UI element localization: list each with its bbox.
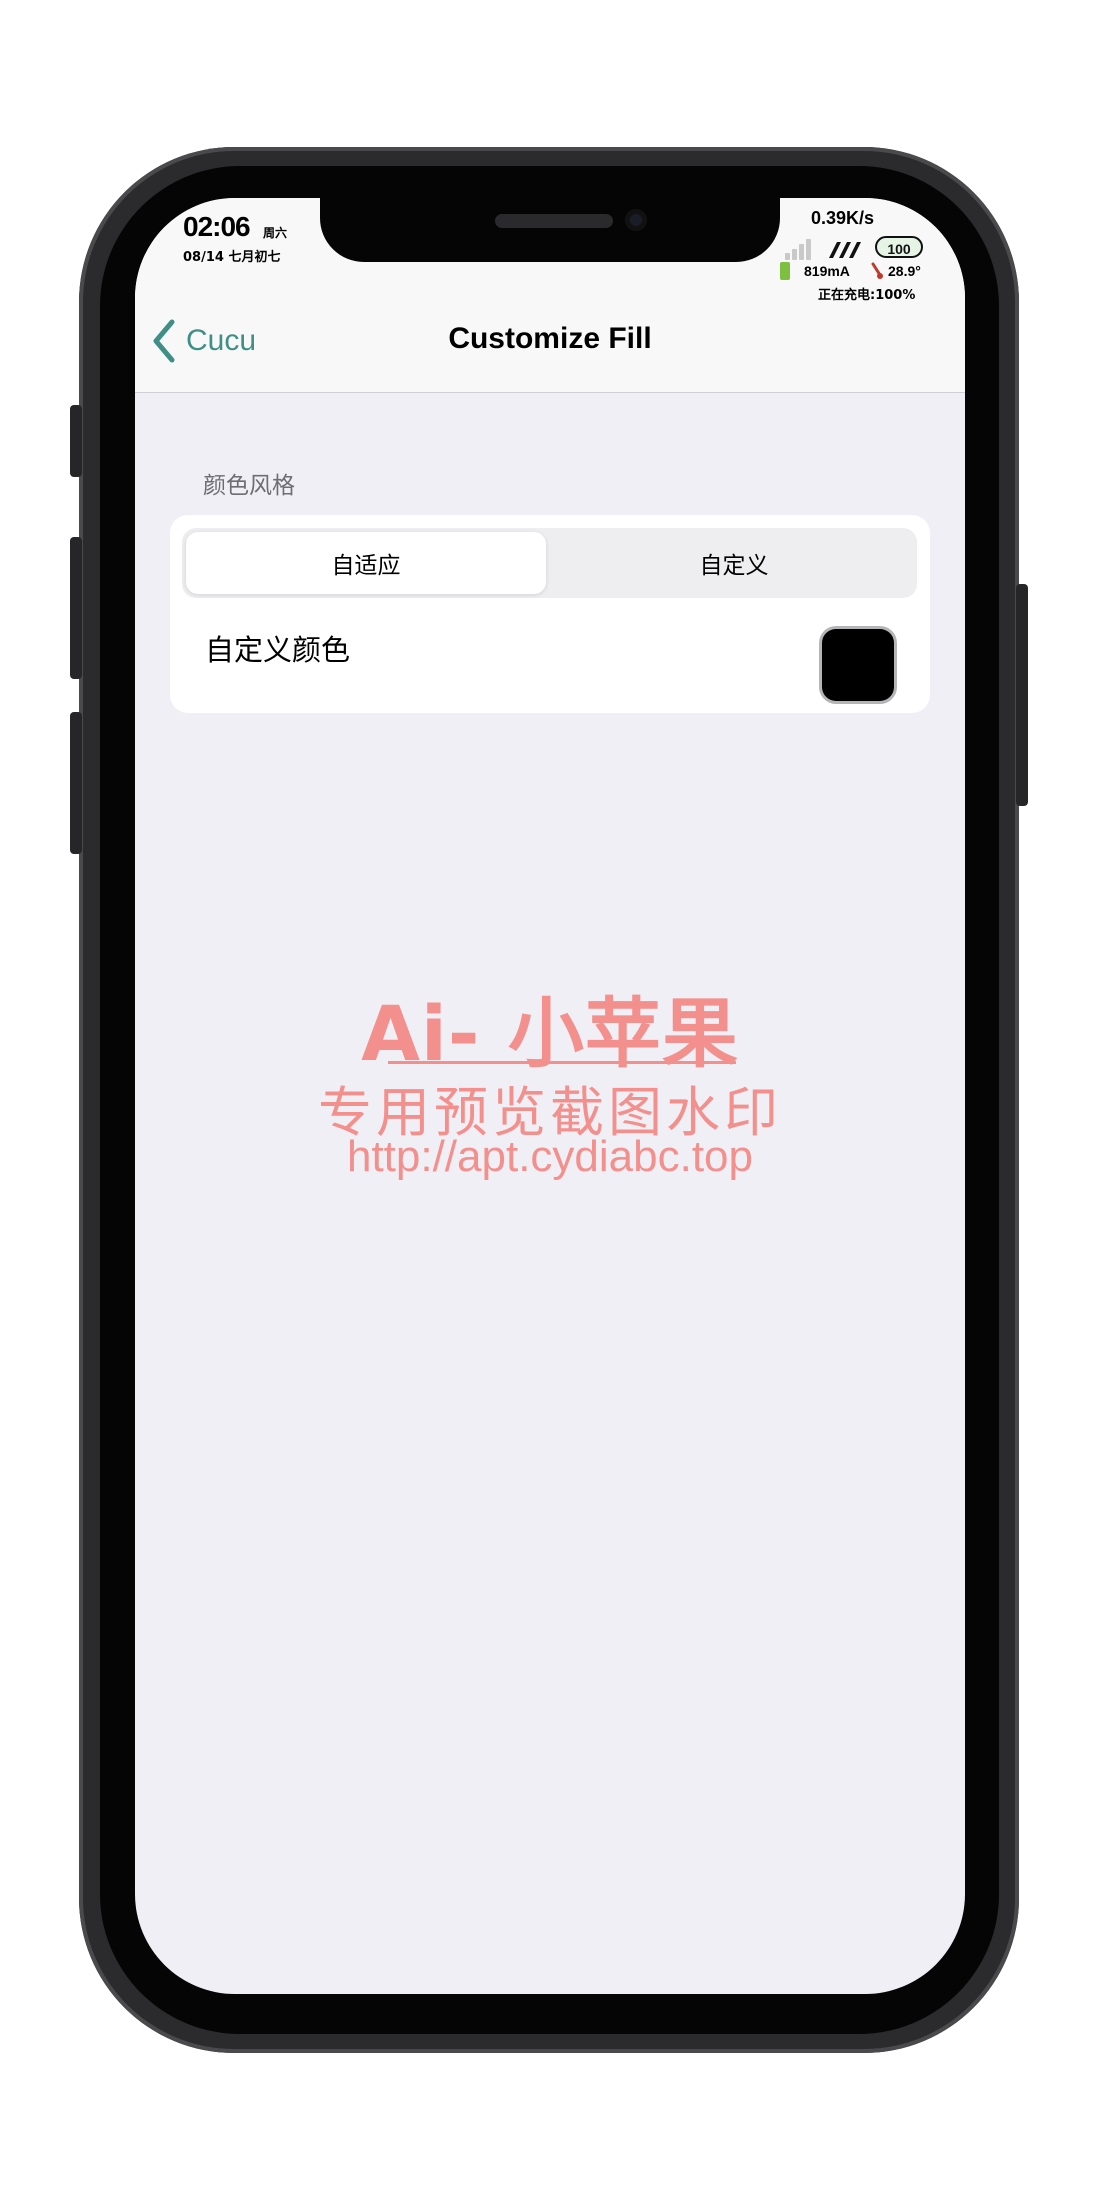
watermark-url: http://apt.cydiabc.top [346,1132,754,1181]
network-speed: 0.39K/s [811,208,875,228]
battery-temperature: 28.9° [888,263,921,279]
color-style-segmented-control: 自适应 自定义 [182,528,917,598]
status-weekday: 周六 [263,226,288,240]
volume-up-button [70,537,82,679]
status-date: 08/14 七月初七 [183,250,281,265]
charging-current: 819mA [804,263,850,279]
charging-status: 正在充电:100% [818,288,916,303]
custom-color-swatch[interactable] [822,629,894,701]
silent-switch [70,405,82,477]
speaker-grille [495,214,613,228]
nav-divider [135,392,965,393]
custom-color-label: 自定义颜色 [205,633,351,667]
thermometer-icon [871,262,883,279]
status-time: 02:06 [183,211,251,242]
watermark-underline [388,1061,736,1064]
watermark-title: Ai- 小苹果 [361,989,739,1078]
page-title: Customize Fill [448,322,652,355]
notch [320,198,780,262]
battery-level-badge: 100 [875,236,923,258]
volume-down-button [70,712,82,854]
carrier-logo-icon [829,242,861,258]
section-header-color-style: 颜色风格 [203,473,295,499]
battery-icon [780,262,790,280]
color-style-card: 自适应 自定义 自定义颜色 [170,515,930,713]
power-button [1016,584,1028,806]
front-camera [625,209,647,231]
segment-custom[interactable]: 自定义 [554,532,914,594]
segment-adaptive[interactable]: 自适应 [186,532,546,594]
signal-bars-icon [785,238,819,260]
